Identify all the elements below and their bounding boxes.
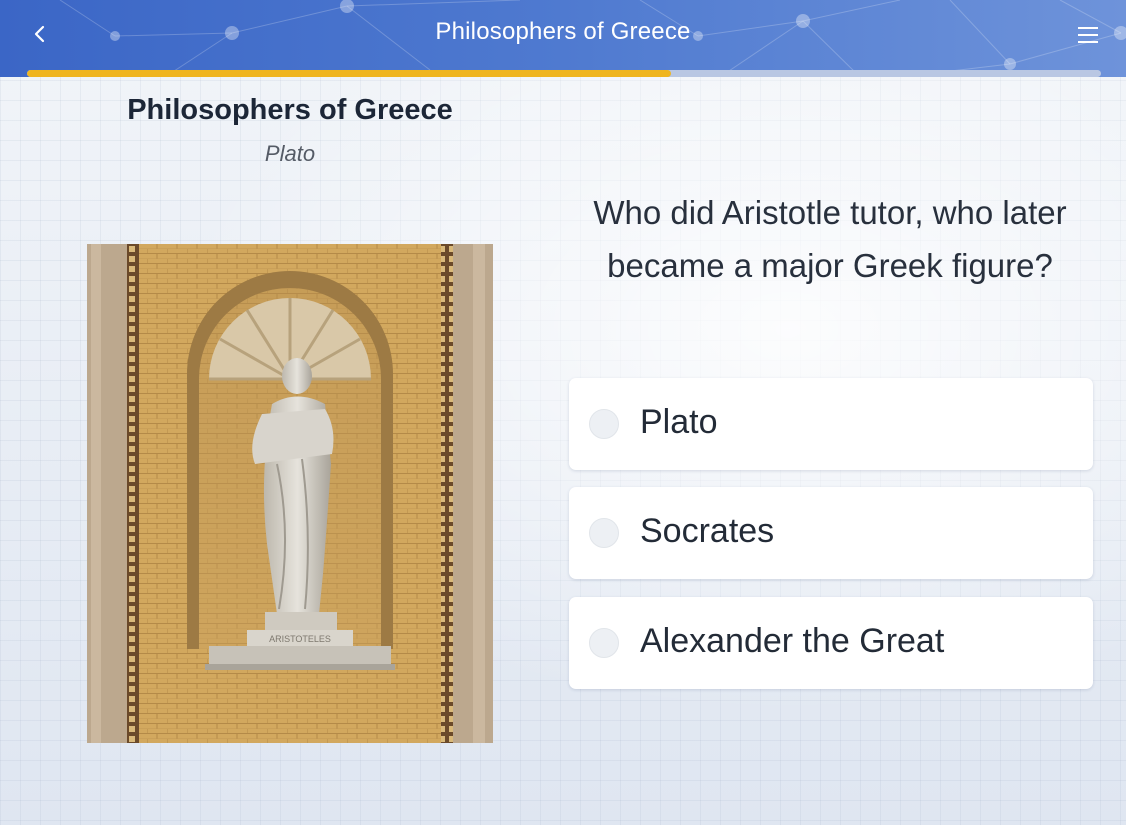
hamburger-menu-icon bbox=[1078, 27, 1098, 43]
statue-plaque-text: ARISTOTELES bbox=[269, 634, 331, 644]
progress-bar bbox=[27, 70, 1101, 77]
answer-option-label: Socrates bbox=[640, 512, 775, 550]
answer-option-label: Plato bbox=[640, 403, 718, 441]
quiz-title: Philosophers of Greece bbox=[127, 94, 453, 126]
radio-button[interactable] bbox=[589, 628, 619, 658]
header-title: Philosophers of Greece bbox=[435, 18, 691, 45]
answer-option[interactable]: Alexander the Great bbox=[569, 597, 1093, 689]
question-text: Who did Aristotle tutor, who later becam… bbox=[593, 194, 1067, 284]
aristotle-statue-image: ARISTOTELES bbox=[87, 244, 493, 743]
answer-option[interactable]: Socrates bbox=[569, 487, 1093, 579]
answer-option[interactable]: Plato bbox=[569, 378, 1093, 470]
quiz-subtitle: Plato bbox=[264, 141, 316, 166]
progress-bar-fill bbox=[27, 70, 672, 77]
answer-option-label: Alexander the Great bbox=[640, 622, 945, 660]
radio-button[interactable] bbox=[589, 518, 619, 548]
radio-button[interactable] bbox=[589, 409, 619, 439]
app-header: Philosophers of Greece bbox=[0, 0, 1126, 77]
menu-button[interactable] bbox=[1072, 20, 1104, 50]
